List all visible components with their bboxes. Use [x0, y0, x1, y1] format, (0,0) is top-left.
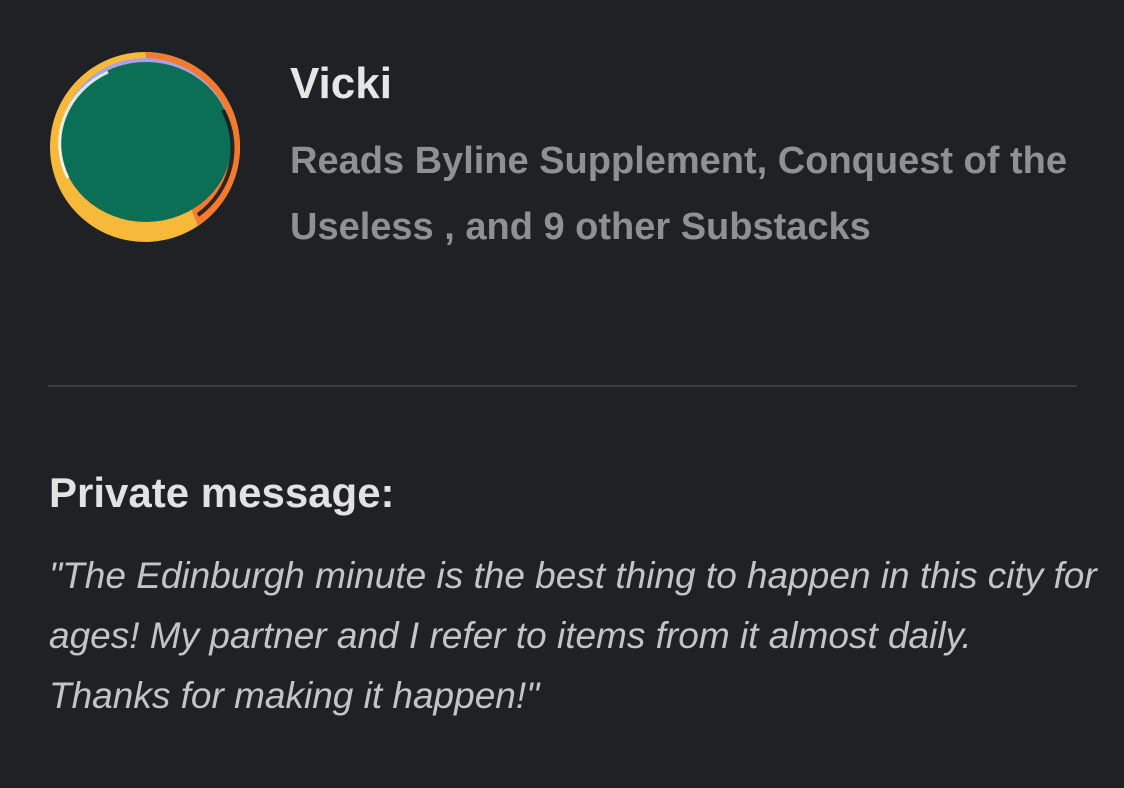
subscriber-name[interactable]: Vicki [290, 58, 392, 110]
divider [48, 385, 1077, 387]
subscriber-reads: Reads Byline Supplement, Conquest of the… [290, 140, 1067, 248]
private-message-text: "The Edinburgh minute is the best thing … [49, 555, 1097, 716]
circle-avatar-icon [50, 52, 241, 242]
avatar[interactable] [48, 50, 242, 244]
private-message-label: Private message: [49, 469, 395, 516]
